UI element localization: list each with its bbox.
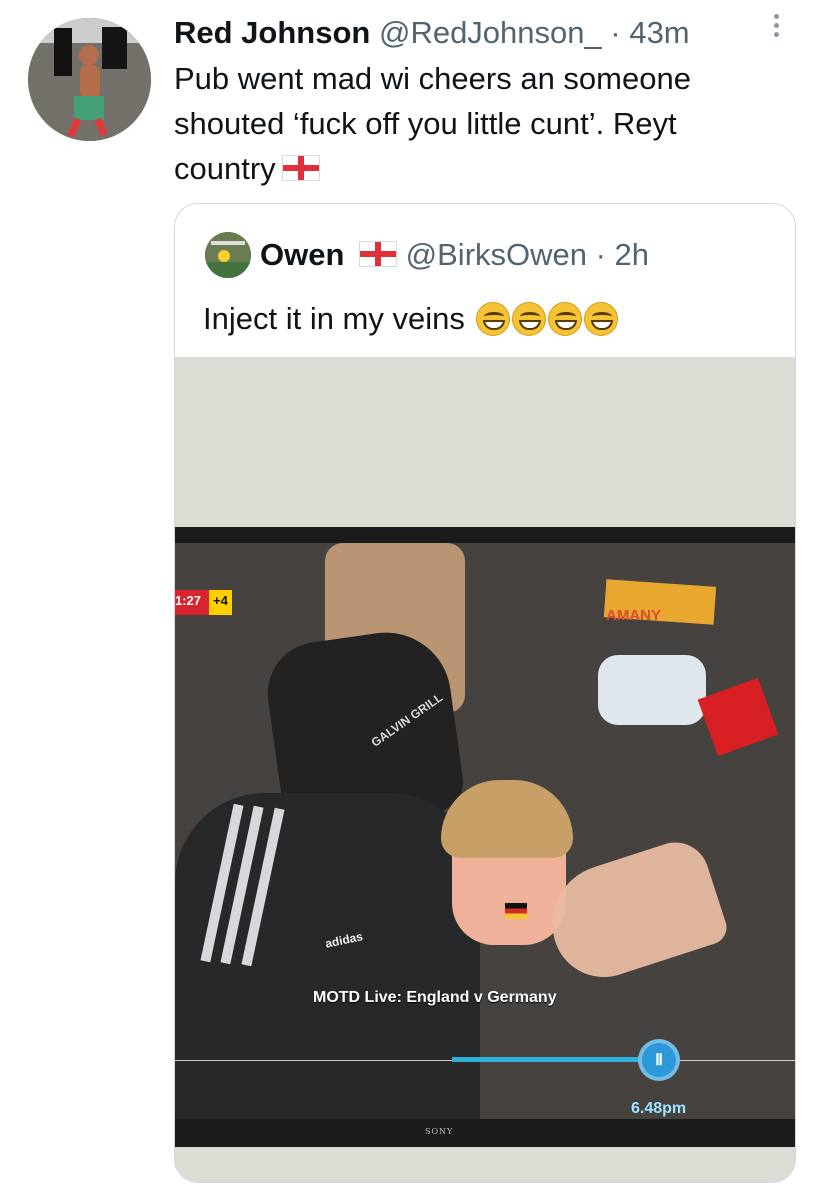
quoted-tweet-body: Inject it in my veins [203,301,465,336]
scarf-fringe-shape [598,655,706,725]
quoted-tweet-card[interactable]: Owen @BirksOwen · 2h Inject it in my vei… [174,203,796,1183]
tweet-text: Pub went mad wi cheers an someone shoute… [174,56,774,191]
england-flag-icon [281,155,320,181]
quoted-tweet-time[interactable]: · 2h [596,237,649,272]
adult-hand-shape [537,833,731,991]
added-time: +4 [209,590,232,615]
tweet-media-photo[interactable]: AMANY GALVIN GRILL adidas 1:27 +4 MOTD L… [175,357,795,1182]
tears-of-joy-icon [511,302,546,336]
pause-icon[interactable]: Ⅱ [638,1039,680,1081]
england-flag-icon [359,241,398,267]
avatar-photo [28,18,151,141]
tears-of-joy-icon [547,302,582,336]
broadcast-clock: 6.48pm [631,1100,687,1117]
television-frame: AMANY GALVIN GRILL adidas 1:27 +4 MOTD L… [175,527,795,1147]
quoted-author-handle[interactable]: @BirksOwen [406,237,587,272]
tweet-time[interactable]: · 43m [610,15,689,50]
quoted-tweet-text: Inject it in my veins [203,296,618,342]
tears-of-joy-icon [583,302,618,336]
tv-screen: AMANY GALVIN GRILL adidas 1:27 +4 MOTD L… [175,543,795,1119]
match-score-bug: 1:27 +4 [175,590,232,615]
author-handle[interactable]: @RedJohnson_ [379,15,602,50]
shirt-text: AMANY [606,607,661,624]
quoted-tweet-header: Owen @BirksOwen · 2h [260,234,649,276]
quoted-author-avatar[interactable] [205,232,251,278]
tv-caption: MOTD Live: England v Germany [313,989,557,1006]
author-name[interactable]: Red Johnson [174,15,370,50]
tv-brand-logo: SONY [425,1127,454,1136]
quoted-author-name[interactable]: Owen [260,237,344,272]
more-options-icon[interactable] [766,10,786,50]
tears-of-joy-icon [475,302,510,336]
germany-face-paint-icon [505,903,527,919]
red-flag-shape [697,677,779,757]
match-time: 1:27 [175,590,210,615]
tweet-body: Pub went mad wi cheers an someone shoute… [174,61,691,186]
video-progress-fill [452,1057,662,1062]
quoted-avatar-photo [205,232,251,278]
tweet-header: Red Johnson @RedJohnson_ · 43m [174,12,782,54]
profile-avatar[interactable] [28,18,151,141]
